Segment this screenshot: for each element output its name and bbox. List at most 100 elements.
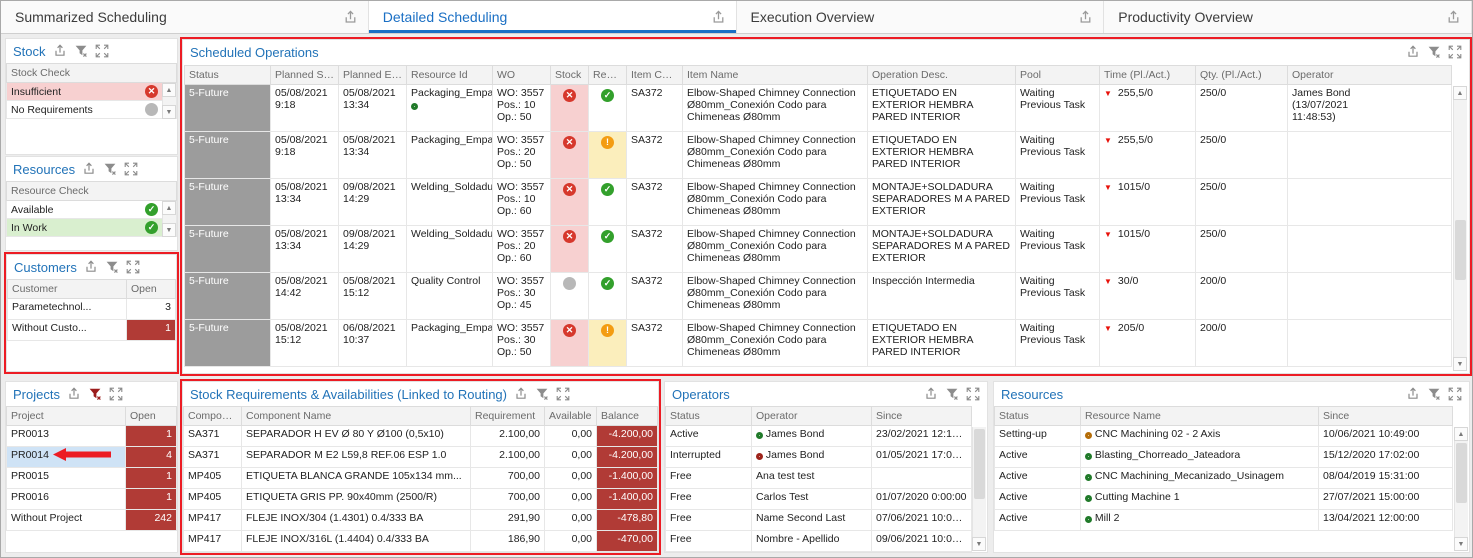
column-header[interactable]: Planned End [339, 66, 407, 85]
operator-status-cell[interactable]: Free [666, 531, 752, 552]
operator-status-cell[interactable]: Active [666, 426, 752, 447]
available-cell[interactable]: 0,00 [545, 489, 597, 510]
operation-desc-cell[interactable]: ETIQUETADO EN EXTERIOR HEMBRA PARED INTE… [868, 132, 1016, 179]
requirement-cell[interactable]: 2.100,00 [471, 447, 545, 468]
resource-indicator-cell[interactable] [589, 179, 627, 226]
available-cell[interactable]: 0,00 [545, 468, 597, 489]
item-name-cell[interactable]: Elbow-Shaped Chimney Connection Ø80mm_Co… [683, 273, 868, 320]
operation-desc-cell[interactable]: MONTAJE+SOLDADURA SEPARADORES M A PARED … [868, 226, 1016, 273]
column-header[interactable]: Item Name [683, 66, 868, 85]
resource-status-cell[interactable]: Active [995, 489, 1081, 510]
resource-row[interactable]: Active Mill 2 13/04/2021 12:00:00 [995, 510, 1453, 531]
component-cell[interactable]: MP417 [184, 510, 242, 531]
resource-since-cell[interactable]: 10/06/2021 10:49:00 [1319, 426, 1453, 447]
item-code-cell[interactable]: SA372 [627, 320, 683, 367]
column-header[interactable]: Stock [551, 66, 589, 85]
column-header[interactable]: Since [872, 407, 972, 426]
expand-icon[interactable] [124, 162, 138, 176]
filter-icon[interactable] [88, 387, 102, 401]
balance-cell[interactable]: -1.400,00 [597, 468, 658, 489]
operator-name-cell[interactable]: James Bond [752, 447, 872, 468]
operator-name-cell[interactable]: Carlos Test [752, 489, 872, 510]
operator-cell[interactable] [1288, 320, 1452, 367]
stock-indicator-cell[interactable] [551, 132, 589, 179]
stock-check-row[interactable]: Insufficient [7, 83, 177, 101]
customer-row[interactable]: Parametechnol... 3 [8, 299, 176, 320]
export-icon[interactable] [343, 10, 358, 25]
time-cell[interactable]: 205/0 [1100, 320, 1196, 367]
stock-indicator-cell[interactable] [551, 320, 589, 367]
scroll-up-button[interactable] [162, 201, 176, 215]
project-name-cell[interactable]: PR0015 [7, 468, 126, 489]
view-tab[interactable]: Detailed Scheduling [369, 1, 737, 33]
resource-since-cell[interactable]: 15/12/2020 17:02:00 [1319, 447, 1453, 468]
resource-indicator-cell[interactable] [589, 320, 627, 367]
export-icon[interactable] [1078, 10, 1093, 25]
column-header[interactable]: Available [545, 407, 597, 426]
stock-requirement-row[interactable]: MP405 ETIQUETA GRIS PP. 90x40mm (2500/R)… [184, 489, 658, 510]
project-row[interactable]: Without Project 242 [7, 510, 177, 531]
time-cell[interactable]: 1015/0 [1100, 226, 1196, 273]
scroll-thumb[interactable] [974, 429, 985, 499]
resource-id-cell[interactable]: Packaging_Empacado_Embalagem [407, 132, 493, 179]
resource-indicator-cell[interactable] [589, 226, 627, 273]
operator-cell[interactable] [1288, 132, 1452, 179]
operator-status-cell[interactable]: Free [666, 468, 752, 489]
pool-cell[interactable]: Waiting Previous Task [1016, 179, 1100, 226]
column-header[interactable]: Resource Check [7, 182, 177, 201]
item-name-cell[interactable]: Elbow-Shaped Chimney Connection Ø80mm_Co… [683, 85, 868, 132]
qty-cell[interactable]: 200/0 [1196, 273, 1288, 320]
scroll-track[interactable] [972, 427, 986, 537]
expand-icon[interactable] [95, 44, 109, 58]
resource-id-cell[interactable]: Welding_Soldadura_Soldadora [407, 226, 493, 273]
pool-cell[interactable]: Waiting Previous Task [1016, 273, 1100, 320]
operator-cell[interactable] [1288, 179, 1452, 226]
component-name-cell[interactable]: FLEJE INOX/304 (1.4301) 0.4/333 BA [242, 510, 471, 531]
pool-cell[interactable]: Waiting Previous Task [1016, 320, 1100, 367]
operator-since-cell[interactable] [872, 468, 972, 489]
customer-row[interactable]: Without Custo... 1 [8, 320, 176, 341]
operator-since-cell[interactable]: 07/06/2021 10:00:00 [872, 510, 972, 531]
pool-cell[interactable]: Waiting Previous Task [1016, 85, 1100, 132]
item-name-cell[interactable]: Elbow-Shaped Chimney Connection Ø80mm_Co… [683, 320, 868, 367]
customer-name-cell[interactable]: Parametechnol... [8, 299, 127, 320]
operator-since-cell[interactable]: 09/06/2021 10:00:00 [872, 531, 972, 552]
filter-icon[interactable] [945, 387, 959, 401]
requirement-cell[interactable]: 700,00 [471, 468, 545, 489]
operation-row[interactable]: 5-Future 05/08/2021 13:34 09/08/2021 14:… [185, 226, 1452, 273]
filter-icon[interactable] [1427, 387, 1441, 401]
operation-desc-cell[interactable]: ETIQUETADO EN EXTERIOR HEMBRA PARED INTE… [868, 320, 1016, 367]
operator-row[interactable]: Interrupted James Bond 01/05/2021 17:01:… [666, 447, 972, 468]
resource-since-cell[interactable]: 13/04/2021 12:00:00 [1319, 510, 1453, 531]
qty-cell[interactable]: 250/0 [1196, 85, 1288, 132]
expand-icon[interactable] [966, 387, 980, 401]
column-header[interactable]: WO [493, 66, 551, 85]
column-header[interactable]: Stock Check [7, 64, 177, 83]
expand-icon[interactable] [1448, 45, 1462, 59]
column-header[interactable]: Status [185, 66, 271, 85]
scroll-up-button[interactable] [1453, 86, 1467, 100]
operator-row[interactable]: Free Nombre - Apellido 09/06/2021 10:00:… [666, 531, 972, 552]
balance-cell[interactable]: -1.400,00 [597, 489, 658, 510]
qty-cell[interactable]: 250/0 [1196, 179, 1288, 226]
wo-cell[interactable]: WO: 3557 Pos.: 20 Op.: 50 [493, 132, 551, 179]
component-cell[interactable]: MP417 [184, 531, 242, 552]
planned-start-cell[interactable]: 05/08/2021 13:34 [271, 179, 339, 226]
item-name-cell[interactable]: Elbow-Shaped Chimney Connection Ø80mm_Co… [683, 132, 868, 179]
operator-status-cell[interactable]: Free [666, 489, 752, 510]
resource-since-cell[interactable]: 08/04/2019 15:31:00 [1319, 468, 1453, 489]
project-open-cell[interactable]: 1 [126, 468, 177, 489]
column-header[interactable]: Qty. (Pl./Act.) [1196, 66, 1288, 85]
resource-check-row[interactable]: In Work [7, 219, 177, 237]
component-cell[interactable]: SA371 [184, 447, 242, 468]
component-name-cell[interactable]: SEPARADOR H EV Ø 80 Y Ø100 (0,5x10) [242, 426, 471, 447]
planned-end-cell[interactable]: 09/08/2021 14:29 [339, 226, 407, 273]
expand-icon[interactable] [556, 387, 570, 401]
operation-row[interactable]: 5-Future 05/08/2021 15:12 06/08/2021 10:… [185, 320, 1452, 367]
scroll-track[interactable] [162, 215, 176, 223]
operator-row[interactable]: Active James Bond 23/02/2021 12:10:04 [666, 426, 972, 447]
scroll-up-button[interactable] [1454, 427, 1468, 441]
column-header[interactable]: Resource Name [1081, 407, 1319, 426]
item-name-cell[interactable]: Elbow-Shaped Chimney Connection Ø80mm_Co… [683, 179, 868, 226]
operator-name-cell[interactable]: Ana test test [752, 468, 872, 489]
